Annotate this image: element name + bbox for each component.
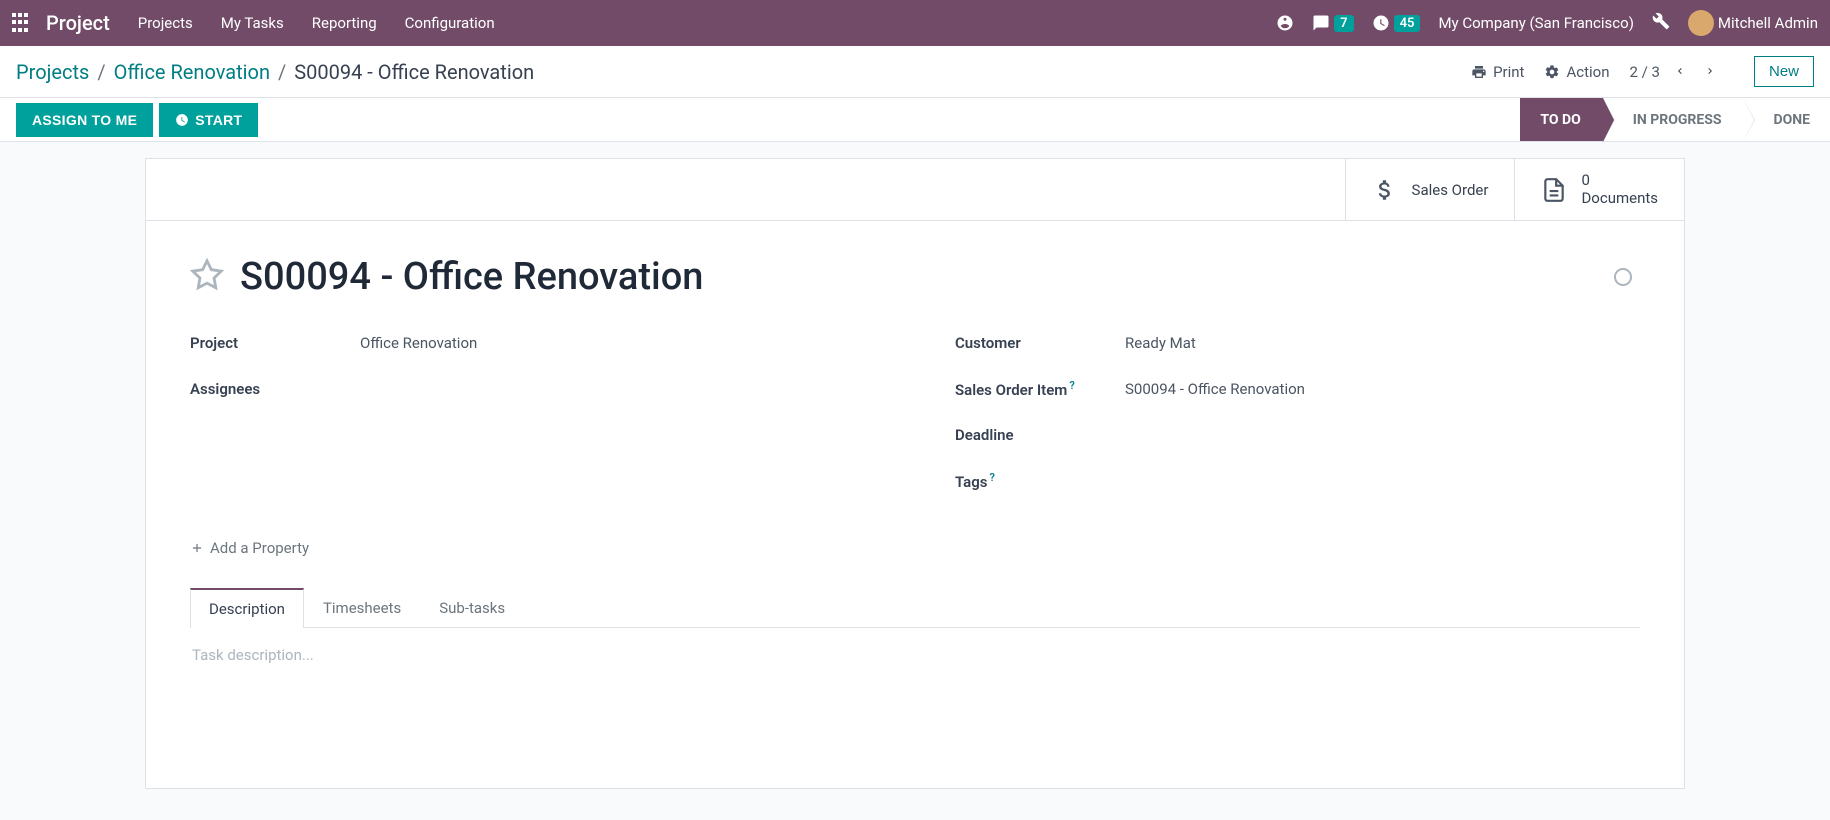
chat-icon xyxy=(1312,14,1330,32)
top-right: 7 45 My Company (San Francisco) Mitchell… xyxy=(1276,10,1818,36)
action-button[interactable]: Action xyxy=(1544,63,1609,81)
document-icon xyxy=(1541,177,1567,203)
clock-icon xyxy=(175,113,189,127)
stat-sales-order[interactable]: Sales Order xyxy=(1345,159,1515,220)
pager-prev[interactable] xyxy=(1670,58,1690,85)
star-icon xyxy=(190,258,224,292)
control-actions: Print Action 2 / 3 New xyxy=(1471,56,1814,87)
messages-indicator[interactable]: 7 xyxy=(1312,14,1353,32)
status-bar: ASSIGN TO ME START TO DO IN PROGRESS DON… xyxy=(0,98,1830,142)
menu-projects[interactable]: Projects xyxy=(138,14,193,32)
value-so-item[interactable]: S00094 - Office Renovation xyxy=(1125,380,1305,398)
breadcrumb: Projects / Office Renovation / S00094 - … xyxy=(16,60,534,84)
priority-dot[interactable] xyxy=(1614,268,1632,286)
company-selector[interactable]: My Company (San Francisco) xyxy=(1438,14,1633,32)
stage-in-progress[interactable]: IN PROGRESS xyxy=(1603,98,1744,141)
menu-my-tasks[interactable]: My Tasks xyxy=(221,14,284,32)
app-brand: Project xyxy=(46,11,110,35)
stage-done[interactable]: DONE xyxy=(1743,98,1830,141)
help-icon[interactable]: ? xyxy=(990,471,995,484)
dollar-icon xyxy=(1372,177,1398,203)
tab-subtasks[interactable]: Sub-tasks xyxy=(420,588,524,628)
pager-value[interactable]: 2 / 3 xyxy=(1629,63,1660,81)
pager: 2 / 3 xyxy=(1629,58,1720,85)
label-tags: Tags? xyxy=(955,471,1125,491)
stat-buttons: Sales Order 0 Documents xyxy=(146,159,1684,221)
new-button[interactable]: New xyxy=(1754,56,1814,87)
menu-reporting[interactable]: Reporting xyxy=(312,14,377,32)
user-name: Mitchell Admin xyxy=(1718,14,1818,32)
tab-timesheets[interactable]: Timesheets xyxy=(304,588,420,628)
apps-icon[interactable] xyxy=(12,13,32,33)
description-field[interactable]: Task description... xyxy=(190,628,1640,768)
start-button[interactable]: START xyxy=(159,103,258,137)
value-project[interactable]: Office Renovation xyxy=(360,334,477,352)
tab-description[interactable]: Description xyxy=(190,588,304,628)
help-icon[interactable]: ? xyxy=(1069,379,1074,392)
detail-tabs: Description Timesheets Sub-tasks xyxy=(190,587,1640,628)
form-fields: Project Office Renovation Customer Ready… xyxy=(190,325,1640,499)
pager-next[interactable] xyxy=(1700,58,1720,85)
plus-icon xyxy=(190,541,204,555)
task-title[interactable]: S00094 - Office Renovation xyxy=(240,255,1598,299)
support-icon[interactable] xyxy=(1276,14,1294,32)
avatar xyxy=(1688,10,1714,36)
label-deadline: Deadline xyxy=(955,426,1125,444)
print-button[interactable]: Print xyxy=(1471,63,1524,81)
chevron-right-icon xyxy=(1704,65,1716,77)
breadcrumb-parent[interactable]: Office Renovation xyxy=(114,60,270,84)
title-row: S00094 - Office Renovation xyxy=(190,255,1640,299)
messages-count: 7 xyxy=(1334,15,1353,32)
label-so-item: Sales Order Item? xyxy=(955,379,1125,399)
label-customer: Customer xyxy=(955,334,1125,352)
label-project: Project xyxy=(190,334,360,352)
breadcrumb-root[interactable]: Projects xyxy=(16,60,89,84)
stage-todo[interactable]: TO DO xyxy=(1520,98,1602,141)
stage-pills: TO DO IN PROGRESS DONE xyxy=(1520,98,1830,141)
print-icon xyxy=(1471,64,1487,80)
activities-count: 45 xyxy=(1394,15,1421,32)
label-assignees: Assignees xyxy=(190,380,360,398)
add-property-button[interactable]: Add a Property xyxy=(190,539,1640,557)
stat-documents[interactable]: 0 Documents xyxy=(1514,159,1684,220)
activities-indicator[interactable]: 45 xyxy=(1372,14,1421,32)
form-sheet: Sales Order 0 Documents S00094 - Office … xyxy=(145,158,1685,789)
main-menu: Projects My Tasks Reporting Configuratio… xyxy=(138,14,495,32)
value-customer[interactable]: Ready Mat xyxy=(1125,334,1196,352)
clock-icon xyxy=(1372,14,1390,32)
debug-icon[interactable] xyxy=(1652,12,1670,34)
chevron-left-icon xyxy=(1674,65,1686,77)
documents-count: 0 xyxy=(1581,172,1658,189)
control-bar: Projects / Office Renovation / S00094 - … xyxy=(0,46,1830,98)
breadcrumb-current: S00094 - Office Renovation xyxy=(294,60,534,84)
favorite-star[interactable] xyxy=(190,258,224,296)
user-menu[interactable]: Mitchell Admin xyxy=(1688,10,1818,36)
menu-configuration[interactable]: Configuration xyxy=(405,14,495,32)
top-nav: Project Projects My Tasks Reporting Conf… xyxy=(0,0,1830,46)
gear-icon xyxy=(1544,64,1560,80)
assign-to-me-button[interactable]: ASSIGN TO ME xyxy=(16,103,153,137)
